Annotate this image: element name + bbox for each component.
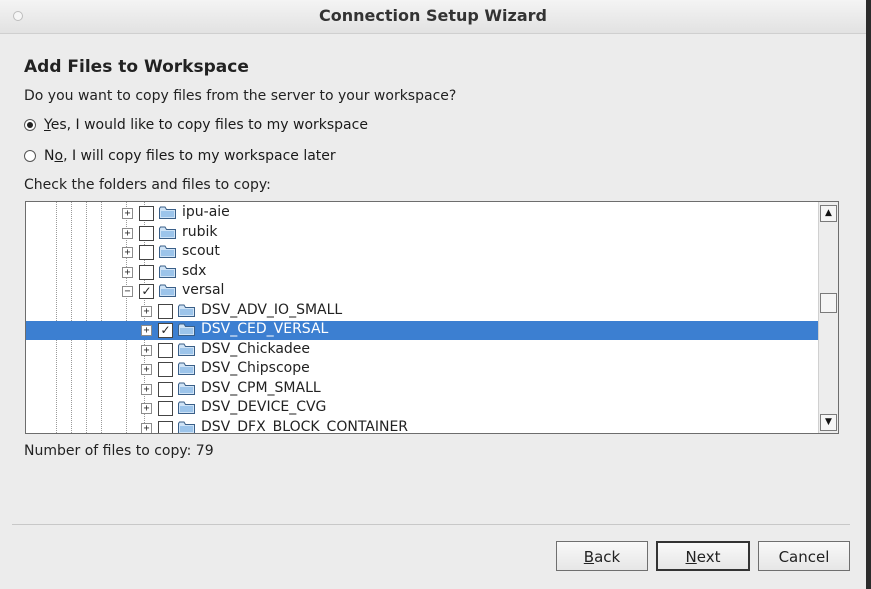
button-separator [12, 524, 850, 525]
expand-icon[interactable]: + [141, 383, 152, 395]
file-tree[interactable]: + ipu-aie + rubik + scout + sdx − ✓ versal + DSV_ADV… [25, 201, 839, 434]
folder-icon [178, 323, 195, 336]
tree-item-label: DSV_ADV_IO_SMALL [201, 301, 343, 318]
folder-icon [159, 284, 176, 297]
folder-icon [178, 362, 195, 375]
folder-icon [159, 226, 176, 239]
page-heading: Add Files to Workspace [24, 57, 249, 77]
expand-icon[interactable]: + [122, 266, 133, 278]
checkbox[interactable] [139, 225, 154, 241]
radio-copy-now-label: Yes, I would like to copy files to my wo… [44, 117, 368, 133]
scroll-thumb[interactable] [820, 293, 837, 313]
tree-row[interactable]: + ✓ DSV_CED_VERSAL [26, 321, 818, 340]
tree-row[interactable]: + rubik [26, 224, 818, 243]
cancel-button[interactable]: Cancel [758, 541, 850, 571]
next-button[interactable]: Next [656, 541, 750, 571]
checkbox[interactable] [158, 381, 173, 397]
tree-row[interactable]: + DSV_Chipscope [26, 360, 818, 379]
vertical-scrollbar[interactable]: ▲ ▼ [818, 202, 838, 433]
radio-copy-later-label: No, I will copy files to my workspace la… [44, 148, 336, 164]
scroll-up-button[interactable]: ▲ [820, 205, 837, 222]
tree-item-label: DSV_CPM_SMALL [201, 379, 321, 396]
tree-item-label: DSV_CED_VERSAL [201, 321, 329, 337]
folder-icon [178, 401, 195, 414]
folder-icon [159, 245, 176, 258]
tree-item-label: DSV_Chickadee [201, 340, 311, 357]
checkbox[interactable] [158, 303, 173, 319]
checkbox-checked[interactable]: ✓ [158, 323, 173, 338]
tree-row[interactable]: + DSV_DFX_BLOCK_CONTAINER [26, 418, 818, 434]
expand-icon[interactable]: + [141, 325, 152, 336]
checkbox[interactable] [139, 206, 154, 221]
checkbox[interactable] [158, 362, 173, 377]
scroll-down-button[interactable]: ▼ [820, 414, 837, 431]
checkbox-checked[interactable]: ✓ [139, 284, 154, 299]
expand-icon[interactable]: + [122, 227, 133, 239]
back-button[interactable]: Back [556, 541, 648, 571]
tree-instruction: Check the folders and files to copy: [24, 177, 271, 193]
window-title: Connection Setup Wizard [319, 6, 547, 25]
expand-icon[interactable]: + [122, 208, 133, 219]
tree-row[interactable]: + ipu-aie [26, 204, 818, 223]
radio-button-selected[interactable] [24, 119, 36, 131]
expand-icon[interactable]: + [141, 364, 152, 375]
folder-icon [178, 382, 195, 395]
tree-item-label: scout [182, 243, 220, 259]
expand-icon[interactable]: + [141, 344, 152, 356]
tree-row[interactable]: + DSV_ADV_IO_SMALL [26, 302, 818, 321]
radio-copy-now[interactable]: Yes, I would like to copy files to my wo… [24, 115, 368, 135]
file-count-label: Number of files to copy: [24, 443, 192, 459]
tree-row[interactable]: + DSV_CPM_SMALL [26, 380, 818, 399]
file-count-value: 79 [195, 443, 214, 459]
folder-icon [178, 421, 195, 433]
expand-icon[interactable]: + [141, 422, 152, 433]
tree-item-label: DSV_Chipscope [201, 360, 310, 376]
expand-icon[interactable]: + [122, 247, 133, 258]
expand-icon[interactable]: + [141, 305, 152, 317]
checkbox[interactable] [158, 342, 173, 358]
tree-row[interactable]: + DSV_Chickadee [26, 341, 818, 360]
tree-item-label: sdx [182, 262, 207, 279]
tree-item-label: ipu-aie [182, 204, 230, 220]
radio-button[interactable] [24, 150, 36, 162]
folder-icon [159, 206, 176, 219]
folder-icon [178, 304, 195, 317]
expand-icon[interactable]: + [141, 403, 152, 414]
file-count-row: Number of files to copy: 79 [24, 443, 214, 459]
tree-item-label: versal [182, 282, 225, 298]
tree-row[interactable]: + DSV_DEVICE_CVG [26, 399, 818, 418]
tree-row[interactable]: + scout [26, 243, 818, 262]
copy-question: Do you want to copy files from the serve… [24, 88, 457, 104]
collapse-icon[interactable]: − [122, 286, 133, 297]
folder-icon [159, 265, 176, 278]
wizard-window: Connection Setup Wizard Add Files to Wor… [0, 0, 866, 589]
folder-icon [178, 343, 195, 356]
checkbox[interactable] [139, 245, 154, 260]
tree-row[interactable]: + sdx [26, 263, 818, 282]
tree-item-label: DSV_DEVICE_CVG [201, 399, 327, 415]
checkbox[interactable] [158, 420, 173, 433]
title-bar[interactable]: Connection Setup Wizard [0, 0, 866, 34]
tree-row[interactable]: − ✓ versal [26, 282, 818, 301]
tree-item-label: rubik [182, 223, 218, 240]
radio-copy-later[interactable]: No, I will copy files to my workspace la… [24, 146, 336, 166]
checkbox[interactable] [139, 264, 154, 280]
tree-item-label: DSV_DFX_BLOCK_CONTAINER [201, 418, 409, 434]
checkbox[interactable] [158, 401, 173, 416]
